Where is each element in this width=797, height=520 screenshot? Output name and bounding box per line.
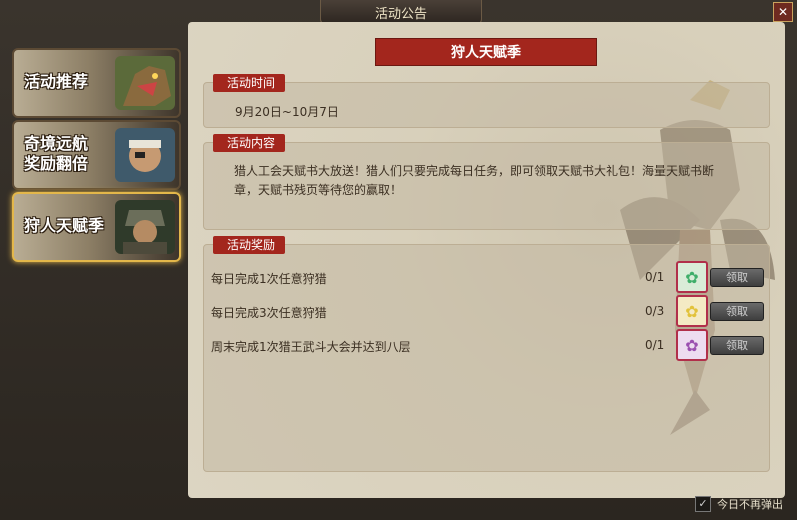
sidebar-item-recommended[interactable]: 活动推荐 <box>12 48 181 118</box>
reward-row: 每日完成1次任意狩猎 0/1 ✿ 领取 <box>211 261 766 293</box>
reward-progress: 0/1 <box>645 270 665 284</box>
window-title: 活动公告 <box>374 6 427 22</box>
reward-condition: 每日完成1次任意狩猎 <box>211 272 327 286</box>
close-button[interactable]: ✕ <box>773 2 793 22</box>
dont-show-today-label: 今日不再弹出 <box>717 498 783 511</box>
checkbox-checked-icon[interactable]: ✓ <box>695 496 711 512</box>
sidebar: 活动推荐 奇境远航 奖励翻倍 狩人天赋季 <box>0 30 185 500</box>
reward-bag-icon[interactable]: ✿ <box>676 261 708 293</box>
reward-progress: 0/1 <box>645 338 665 352</box>
reward-bag-icon[interactable]: ✿ <box>676 329 708 361</box>
reward-bag-icon[interactable]: ✿ <box>676 295 708 327</box>
content-text-line2: 章，天赋书残页等待您的赢取！ <box>234 183 403 197</box>
reward-progress: 0/3 <box>645 304 665 318</box>
claim-button[interactable]: 领取 <box>710 268 764 287</box>
reward-condition: 周末完成1次猎王武斗大会并达到八层 <box>211 340 411 354</box>
time-section-tag: 活动时间 <box>213 74 286 92</box>
reward-row: 每日完成3次任意狩猎 0/3 ✿ 领取 <box>211 295 766 327</box>
sidebar-item-label-line2: 奖励翻倍 <box>24 154 89 173</box>
hunter-portrait-icon <box>115 200 175 254</box>
pirate-portrait-icon <box>115 128 175 182</box>
sidebar-item-label: 活动推荐 <box>24 72 89 91</box>
rewards-section-tag: 活动奖励 <box>213 236 286 254</box>
dont-show-today[interactable]: ✓ 今日不再弹出 <box>695 496 783 512</box>
sidebar-item-voyage[interactable]: 奇境远航 奖励翻倍 <box>12 120 181 190</box>
sidebar-item-label-line1: 奇境远航 <box>24 134 89 153</box>
sidebar-item-hunter-talent[interactable]: 狩人天赋季 <box>12 192 181 262</box>
claim-button[interactable]: 领取 <box>710 302 764 321</box>
event-date-range: 9月20日~10月7日 <box>235 105 339 119</box>
event-title: 狩人天赋季 <box>451 45 521 61</box>
reward-row: 周末完成1次猎王武斗大会并达到八层 0/1 ✿ 领取 <box>211 329 766 361</box>
claim-button[interactable]: 领取 <box>710 336 764 355</box>
content-text-line1: 猎人工会天赋书大放送！猎人们只要完成每日任务，即可领取天赋书大礼包！海量天赋书断 <box>234 164 715 178</box>
sidebar-item-label: 狩人天赋季 <box>24 216 105 235</box>
close-icon: ✕ <box>777 5 789 19</box>
reward-condition: 每日完成3次任意狩猎 <box>211 306 327 320</box>
content-section-tag: 活动内容 <box>213 134 286 152</box>
dragon-portrait-icon <box>115 56 175 110</box>
event-banner: 狩人天赋季 <box>375 38 597 66</box>
